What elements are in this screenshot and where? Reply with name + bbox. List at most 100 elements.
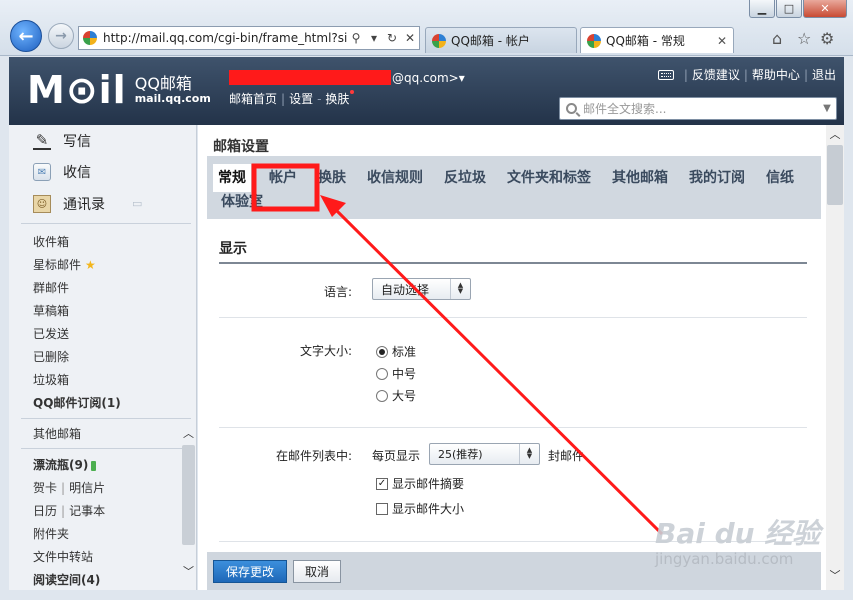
back-button[interactable]: ← bbox=[10, 20, 42, 52]
arrow-right-icon: → bbox=[55, 28, 67, 44]
sidebar-item-postcard[interactable]: 明信片 bbox=[69, 481, 105, 495]
sidebar-item-sent[interactable]: 已发送 bbox=[33, 325, 69, 342]
contacts-button[interactable]: ☺ 通讯录 bbox=[33, 194, 105, 214]
section-underline bbox=[219, 262, 807, 264]
mail-search[interactable]: ▼ bbox=[559, 97, 837, 120]
tab-folders-labels[interactable]: 文件夹和标签 bbox=[507, 164, 591, 192]
search-icon bbox=[566, 103, 577, 114]
sidebar-item-subscriptions[interactable]: QQ邮件订阅(1) bbox=[33, 394, 121, 411]
page-title: 邮箱设置 bbox=[213, 139, 269, 155]
chevron-down-icon[interactable]: ▼ bbox=[818, 103, 836, 114]
settings-tabs: 常规 帐户 换肤 收信规则 反垃圾 文件夹和标签 其他邮箱 我的订阅 信纸 体验… bbox=[207, 156, 821, 219]
qqmail-logo[interactable]: M⊙il QQ邮箱 mail.qq.com bbox=[27, 71, 211, 109]
account-dropdown[interactable]: @qq.com>▾ bbox=[392, 71, 465, 85]
separator: | bbox=[743, 67, 748, 82]
feedback-link[interactable]: 反馈建议 bbox=[692, 66, 740, 83]
logout-link[interactable]: 退出 bbox=[812, 66, 836, 83]
site-favicon-icon bbox=[432, 33, 446, 48]
sidebar-item-deleted[interactable]: 已删除 bbox=[33, 348, 69, 365]
tab-stationery[interactable]: 信纸 bbox=[766, 164, 794, 192]
sidebar-item-drafts[interactable]: 草稿箱 bbox=[33, 302, 69, 319]
separator: - bbox=[317, 92, 322, 106]
divider bbox=[219, 427, 807, 428]
cancel-button[interactable]: 取消 bbox=[293, 560, 341, 583]
forward-button[interactable]: → bbox=[48, 23, 74, 49]
refresh-icon[interactable]: ↻ bbox=[383, 31, 401, 45]
mail-list-label: 在邮件列表中: bbox=[275, 449, 352, 463]
separator: | bbox=[61, 504, 66, 518]
chevron-down-icon[interactable]: ﹀ bbox=[181, 563, 196, 581]
contacts-label: 通讯录 bbox=[63, 197, 105, 213]
redacted-account bbox=[229, 70, 391, 85]
updown-arrows-icon: ▲ ▼ bbox=[519, 444, 539, 464]
compose-button[interactable]: ✎ 写信 bbox=[33, 131, 91, 151]
sidebar-item-starred[interactable]: 星标邮件 ★ bbox=[33, 256, 96, 273]
browser-tab-account[interactable]: QQ邮箱 - 帐户 bbox=[425, 27, 577, 53]
sidebar-item-reading-space[interactable]: 阅读空间(4) bbox=[33, 571, 100, 588]
receive-button[interactable]: ✉ 收信 bbox=[33, 162, 91, 182]
tab-other-mailbox[interactable]: 其他邮箱 bbox=[612, 164, 668, 192]
sidebar-item-file-transfer[interactable]: 文件中转站 bbox=[33, 548, 93, 565]
chevron-up-icon[interactable]: ︿ bbox=[826, 125, 844, 145]
sidebar-item-attachments[interactable]: 附件夹 bbox=[33, 525, 69, 542]
tab-receive-rules[interactable]: 收信规则 bbox=[367, 164, 423, 192]
scroll-thumb[interactable] bbox=[182, 445, 195, 545]
save-button[interactable]: 保存更改 bbox=[213, 560, 287, 583]
font-size-medium-radio[interactable]: 中号 bbox=[376, 365, 416, 382]
per-page-select[interactable]: 25(推荐) ▲ ▼ bbox=[429, 443, 540, 465]
nav-mail-home[interactable]: 邮箱首页 bbox=[229, 92, 277, 106]
show-summary-label: 显示邮件摘要 bbox=[392, 477, 465, 491]
sidebar-item-group-mail[interactable]: 群邮件 bbox=[33, 279, 69, 296]
close-icon[interactable]: ✕ bbox=[401, 31, 419, 45]
separator: | bbox=[803, 67, 808, 82]
search-input[interactable] bbox=[583, 101, 818, 116]
sidebar-item-drift-bottle[interactable]: 漂流瓶(9) bbox=[33, 456, 97, 473]
address-bar[interactable]: http://mail.qq.com/cgi-bin/frame_html?si… bbox=[78, 26, 420, 50]
show-summary-checkbox[interactable]: ✓ 显示邮件摘要 bbox=[376, 475, 464, 492]
close-tab-icon[interactable]: ✕ bbox=[717, 34, 727, 48]
sidebar-item-spam[interactable]: 垃圾箱 bbox=[33, 371, 69, 388]
search-icon[interactable]: ⚲ bbox=[347, 31, 365, 45]
tab-lab[interactable]: 体验室 bbox=[221, 188, 263, 216]
pencil-icon: ✎ bbox=[33, 131, 51, 150]
maximize-button[interactable]: □ bbox=[776, 0, 802, 18]
divider bbox=[21, 418, 191, 419]
gear-icon[interactable]: ⚙ bbox=[820, 29, 834, 48]
language-select[interactable]: 自动选择 ▲ ▼ bbox=[372, 278, 471, 300]
font-size-large-radio[interactable]: 大号 bbox=[376, 387, 416, 404]
dropdown-icon[interactable]: ▾ bbox=[365, 31, 383, 45]
sidebar-scrollbar[interactable]: ︿ ﹀ bbox=[181, 425, 196, 585]
address-url[interactable]: http://mail.qq.com/cgi-bin/frame_html?si… bbox=[103, 31, 347, 45]
sidebar-item-inbox[interactable]: 收件箱 bbox=[33, 233, 69, 250]
starred-label: 星标邮件 bbox=[33, 258, 82, 272]
chevron-down-icon[interactable]: ﹀ bbox=[826, 566, 844, 586]
font-size-standard-radio[interactable]: 标准 bbox=[376, 343, 416, 360]
chevron-up-icon[interactable]: ︿ bbox=[181, 425, 196, 443]
star-icon[interactable]: ☆ bbox=[797, 29, 811, 48]
divider bbox=[219, 317, 807, 318]
main-scrollbar[interactable]: ︿ ﹀ bbox=[826, 125, 844, 590]
show-size-checkbox[interactable]: 显示邮件大小 bbox=[376, 500, 464, 517]
tab-anti-spam[interactable]: 反垃圾 bbox=[444, 164, 486, 192]
tab-title: QQ邮箱 - 帐户 bbox=[451, 34, 530, 48]
sidebar-item-calendar[interactable]: 日历 bbox=[33, 504, 57, 518]
font-size-large-label: 大号 bbox=[392, 389, 417, 403]
sidebar-item-notes[interactable]: 记事本 bbox=[69, 504, 105, 518]
nav-settings[interactable]: 设置 bbox=[289, 92, 313, 106]
home-icon[interactable]: ⌂ bbox=[772, 29, 782, 48]
per-page-prefix: 每页显示 bbox=[372, 449, 421, 463]
chat-icon[interactable]: ▭ bbox=[132, 197, 142, 210]
minimize-button[interactable]: ▁ bbox=[749, 0, 775, 18]
tab-account[interactable]: 帐户 bbox=[269, 164, 297, 192]
sidebar-item-other-mailbox[interactable]: 其他邮箱 bbox=[33, 425, 81, 442]
tab-skin[interactable]: 换肤 bbox=[318, 164, 346, 192]
updown-arrows-icon: ▲ ▼ bbox=[450, 279, 470, 299]
close-window-button[interactable]: ✕ bbox=[803, 0, 847, 18]
sidebar-item-greeting-card[interactable]: 贺卡 bbox=[33, 481, 57, 495]
keyboard-icon[interactable] bbox=[657, 69, 674, 80]
browser-tab-general[interactable]: QQ邮箱 - 常规 ✕ bbox=[580, 27, 734, 53]
scroll-thumb[interactable] bbox=[827, 145, 843, 205]
help-link[interactable]: 帮助中心 bbox=[752, 66, 800, 83]
tab-my-subscriptions[interactable]: 我的订阅 bbox=[689, 164, 745, 192]
nav-skin[interactable]: 换肤 bbox=[325, 92, 349, 106]
